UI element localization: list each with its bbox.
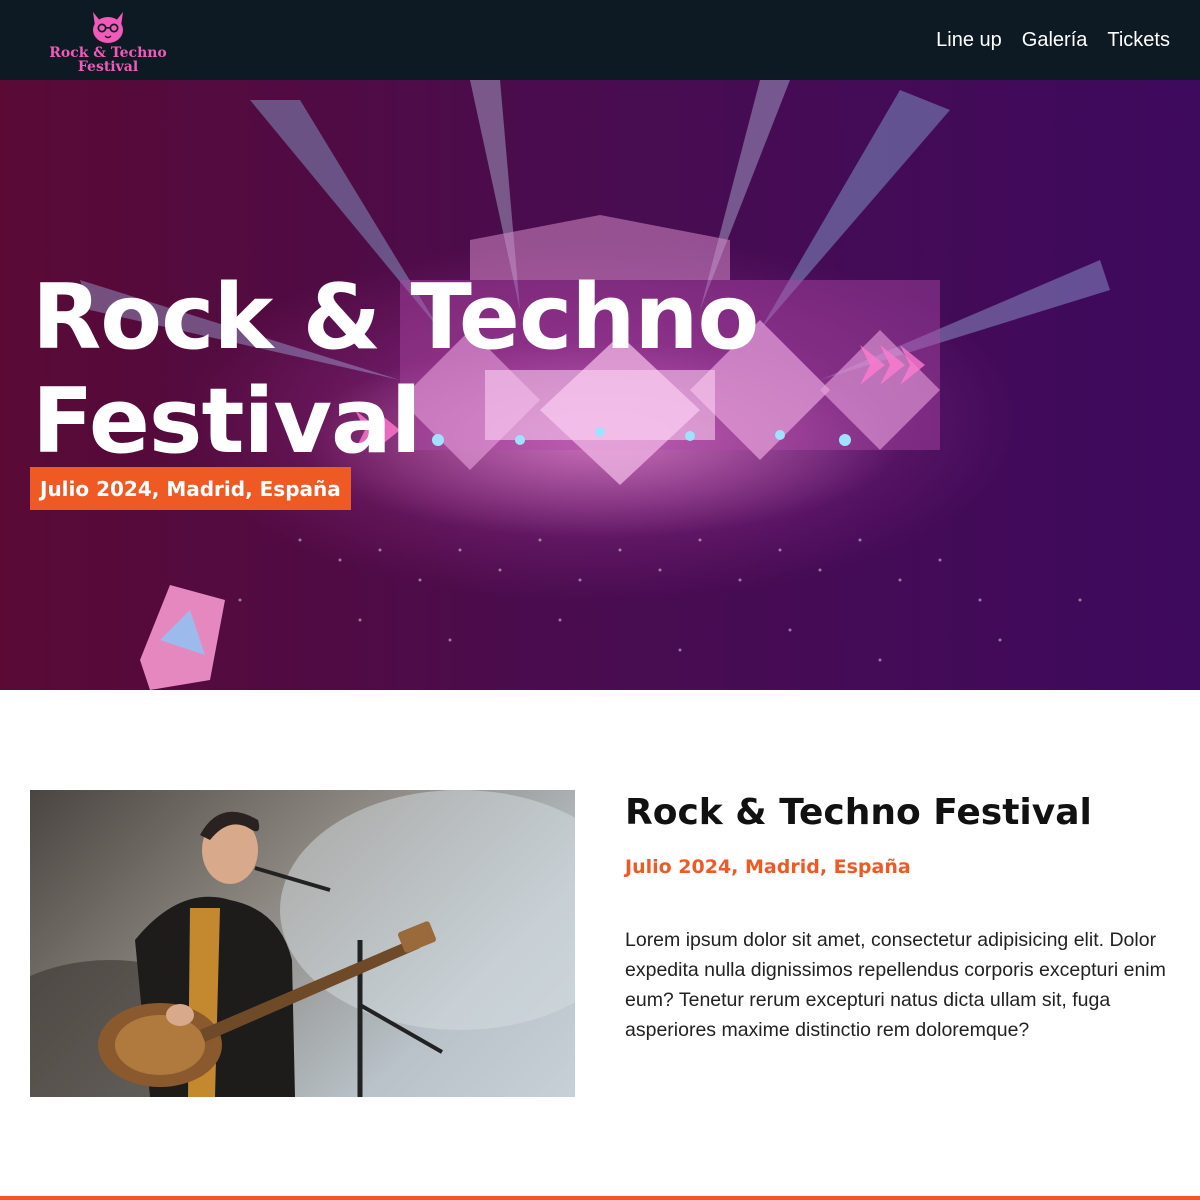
section-divider (0, 1196, 1200, 1200)
about-date: Julio 2024, Madrid, España (625, 856, 911, 878)
performer-illustration (30, 790, 575, 1097)
nav-link-tickets[interactable]: Tickets (1107, 29, 1170, 52)
site-header: Rock & Techno Festival Line up Galería T… (0, 0, 1200, 80)
logo-text-line1: Rock & Techno (49, 45, 167, 61)
hero-date-badge: Julio 2024, Madrid, España (30, 467, 351, 510)
logo-text-line2: Festival (77, 59, 139, 75)
nav-link-galeria[interactable]: Galería (1022, 29, 1088, 52)
nav-link-lineup[interactable]: Line up (936, 29, 1002, 52)
hero-banner: Rock & Techno Festival Julio 2024, Madri… (0, 80, 1200, 690)
guitarist-photo (30, 790, 575, 1097)
cat-glasses-icon (93, 12, 123, 43)
about-description: Lorem ipsum dolor sit amet, consectetur … (625, 929, 1166, 1041)
about-title: Rock & Techno Festival (625, 792, 1092, 833)
main-nav: Line up Galería Tickets (936, 29, 1170, 52)
festival-logo[interactable]: Rock & Techno Festival (30, 6, 186, 74)
hero-title: Rock & Techno Festival (32, 265, 759, 474)
